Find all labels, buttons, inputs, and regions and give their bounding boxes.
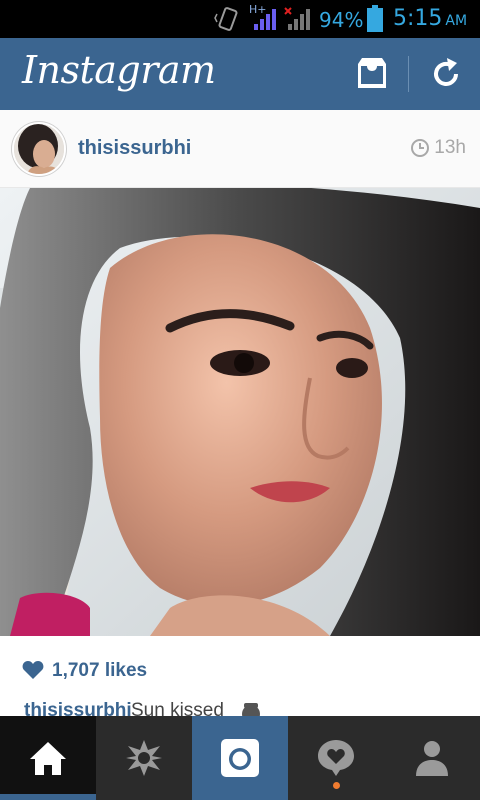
no-signal-icon [284, 7, 310, 30]
app-logo-title: Instagram [22, 48, 216, 92]
post-time: 13h [434, 137, 466, 158]
likes-row: 1,707 likes [0, 650, 480, 690]
battery-icon [367, 5, 383, 32]
bottom-nav [0, 716, 480, 800]
nav-explore[interactable] [96, 716, 192, 800]
clock-icon [411, 139, 429, 157]
signal-icon [254, 9, 276, 30]
post-photo[interactable] [0, 188, 480, 636]
avatar[interactable] [12, 122, 66, 176]
explore-icon [126, 740, 162, 776]
home-icon [30, 742, 66, 775]
camera-icon [221, 739, 259, 777]
nav-home[interactable] [0, 716, 96, 800]
status-bar: H+ 94% 5:15 AM [0, 0, 480, 38]
caption-row: thisissurbhi Sun kissed [0, 698, 480, 718]
nav-activity[interactable] [288, 716, 384, 800]
likes-count[interactable]: 1,707 likes [52, 660, 147, 682]
status-clock: 5:15 AM [393, 6, 467, 31]
vibrate-icon [214, 7, 238, 31]
inbox-icon[interactable] [352, 54, 392, 94]
app-header: Instagram [0, 38, 480, 110]
refresh-icon[interactable] [426, 54, 466, 94]
post-username[interactable]: thisissurbhi [78, 137, 191, 160]
clock-time: 5:15 [393, 6, 443, 31]
battery-percent: 94% [319, 8, 364, 32]
header-divider [408, 56, 409, 92]
nav-camera[interactable] [192, 716, 288, 800]
clock-ampm: AM [445, 13, 468, 29]
nav-profile[interactable] [384, 716, 480, 800]
activity-icon [318, 740, 354, 776]
post-header: thisissurbhi 13h [0, 110, 480, 188]
profile-icon [416, 741, 448, 776]
notification-dot [333, 782, 340, 789]
heart-icon[interactable] [22, 660, 44, 680]
active-tab-indicator [0, 794, 96, 800]
